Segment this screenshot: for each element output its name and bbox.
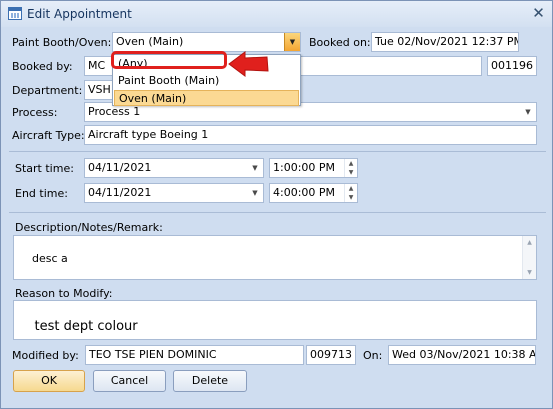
cancel-button[interactable]: Cancel — [93, 370, 166, 392]
end-date-picker[interactable]: 04/11/2021 ▼ — [84, 183, 264, 203]
end-time-label: End time: — [15, 187, 68, 200]
spin-down-icon[interactable]: ▼ — [345, 193, 357, 202]
reason-textarea[interactable]: test dept colour — [13, 300, 537, 340]
annotation-highlight-box — [111, 51, 227, 69]
on-label: On: — [363, 349, 383, 362]
separator — [9, 151, 546, 152]
chevron-down-icon[interactable]: ▼ — [520, 103, 536, 121]
spin-buttons[interactable]: ▲ ▼ — [344, 184, 357, 202]
aircraft-type-label: Aircraft Type: — [12, 129, 85, 142]
edit-appointment-dialog: Edit Appointment ✕ Paint Booth/Oven: Ove… — [0, 0, 553, 409]
booked-on-label: Booked on: — [309, 36, 371, 49]
spin-up-icon[interactable]: ▲ — [345, 184, 357, 193]
paint-booth-label: Paint Booth/Oven: — [12, 36, 112, 49]
dropdown-option-paint-booth-main[interactable]: Paint Booth (Main) — [114, 73, 299, 89]
modified-by-id-field: 009713 — [306, 345, 356, 365]
scroll-down-icon[interactable]: ▼ — [523, 269, 536, 276]
start-date-picker[interactable]: 04/11/2021 ▼ — [84, 158, 264, 178]
window-title: Edit Appointment — [27, 7, 132, 21]
chevron-down-icon[interactable]: ▼ — [284, 33, 300, 51]
aircraft-type-field[interactable]: Aircraft type Boeing 1 — [84, 125, 537, 145]
start-time-label: Start time: — [15, 162, 74, 175]
delete-button[interactable]: Delete — [173, 370, 247, 392]
paint-booth-value: Oven (Main) — [116, 35, 184, 48]
spin-down-icon[interactable]: ▼ — [345, 168, 357, 177]
scroll-up-icon[interactable]: ▲ — [523, 239, 536, 246]
process-value: Process 1 — [88, 105, 141, 118]
modified-on-field: Wed 03/Nov/2021 10:38 AM — [388, 345, 536, 365]
reason-value: test dept colour — [34, 319, 138, 334]
ok-button[interactable]: OK — [13, 370, 85, 392]
department-label: Department: — [12, 84, 83, 97]
end-time-spinner[interactable]: 4:00:00 PM ▲ ▼ — [269, 183, 358, 203]
modified-by-label: Modified by: — [12, 349, 79, 362]
start-date-value: 04/11/2021 — [88, 161, 152, 174]
spin-buttons[interactable]: ▲ ▼ — [344, 159, 357, 177]
title-bar[interactable]: Edit Appointment ✕ — [1, 1, 552, 27]
description-textarea[interactable]: desc a ▲ ▼ — [13, 235, 537, 280]
process-label: Process: — [12, 106, 58, 119]
booked-by-id-field: 001196 — [487, 56, 537, 76]
end-time-value: 4:00:00 PM — [273, 186, 336, 199]
red-arrow-icon — [228, 51, 269, 77]
modified-by-field: TEO TSE PIEN DOMINIC — [85, 345, 304, 365]
dropdown-option-oven-main[interactable]: Oven (Main) — [114, 90, 299, 106]
close-button[interactable]: ✕ — [531, 6, 546, 21]
description-value: desc a — [32, 252, 68, 265]
vertical-scrollbar[interactable]: ▲ ▼ — [522, 236, 536, 279]
arrow-shape — [228, 51, 269, 77]
chevron-down-icon[interactable]: ▼ — [247, 184, 263, 202]
reason-label: Reason to Modify: — [15, 287, 113, 300]
start-time-spinner[interactable]: 1:00:00 PM ▲ ▼ — [269, 158, 358, 178]
paint-booth-combo[interactable]: Oven (Main) ▼ — [112, 32, 301, 52]
booked-on-field: Tue 02/Nov/2021 12:37 PM — [371, 32, 519, 52]
spin-up-icon[interactable]: ▲ — [345, 159, 357, 168]
calendar-app-icon — [8, 7, 22, 20]
start-time-value: 1:00:00 PM — [273, 161, 336, 174]
booked-by-label: Booked by: — [12, 60, 73, 73]
department-field[interactable]: VSH — [84, 80, 114, 100]
description-label: Description/Notes/Remark: — [15, 221, 163, 234]
separator — [9, 212, 546, 213]
end-date-value: 04/11/2021 — [88, 186, 152, 199]
chevron-down-icon[interactable]: ▼ — [247, 159, 263, 177]
